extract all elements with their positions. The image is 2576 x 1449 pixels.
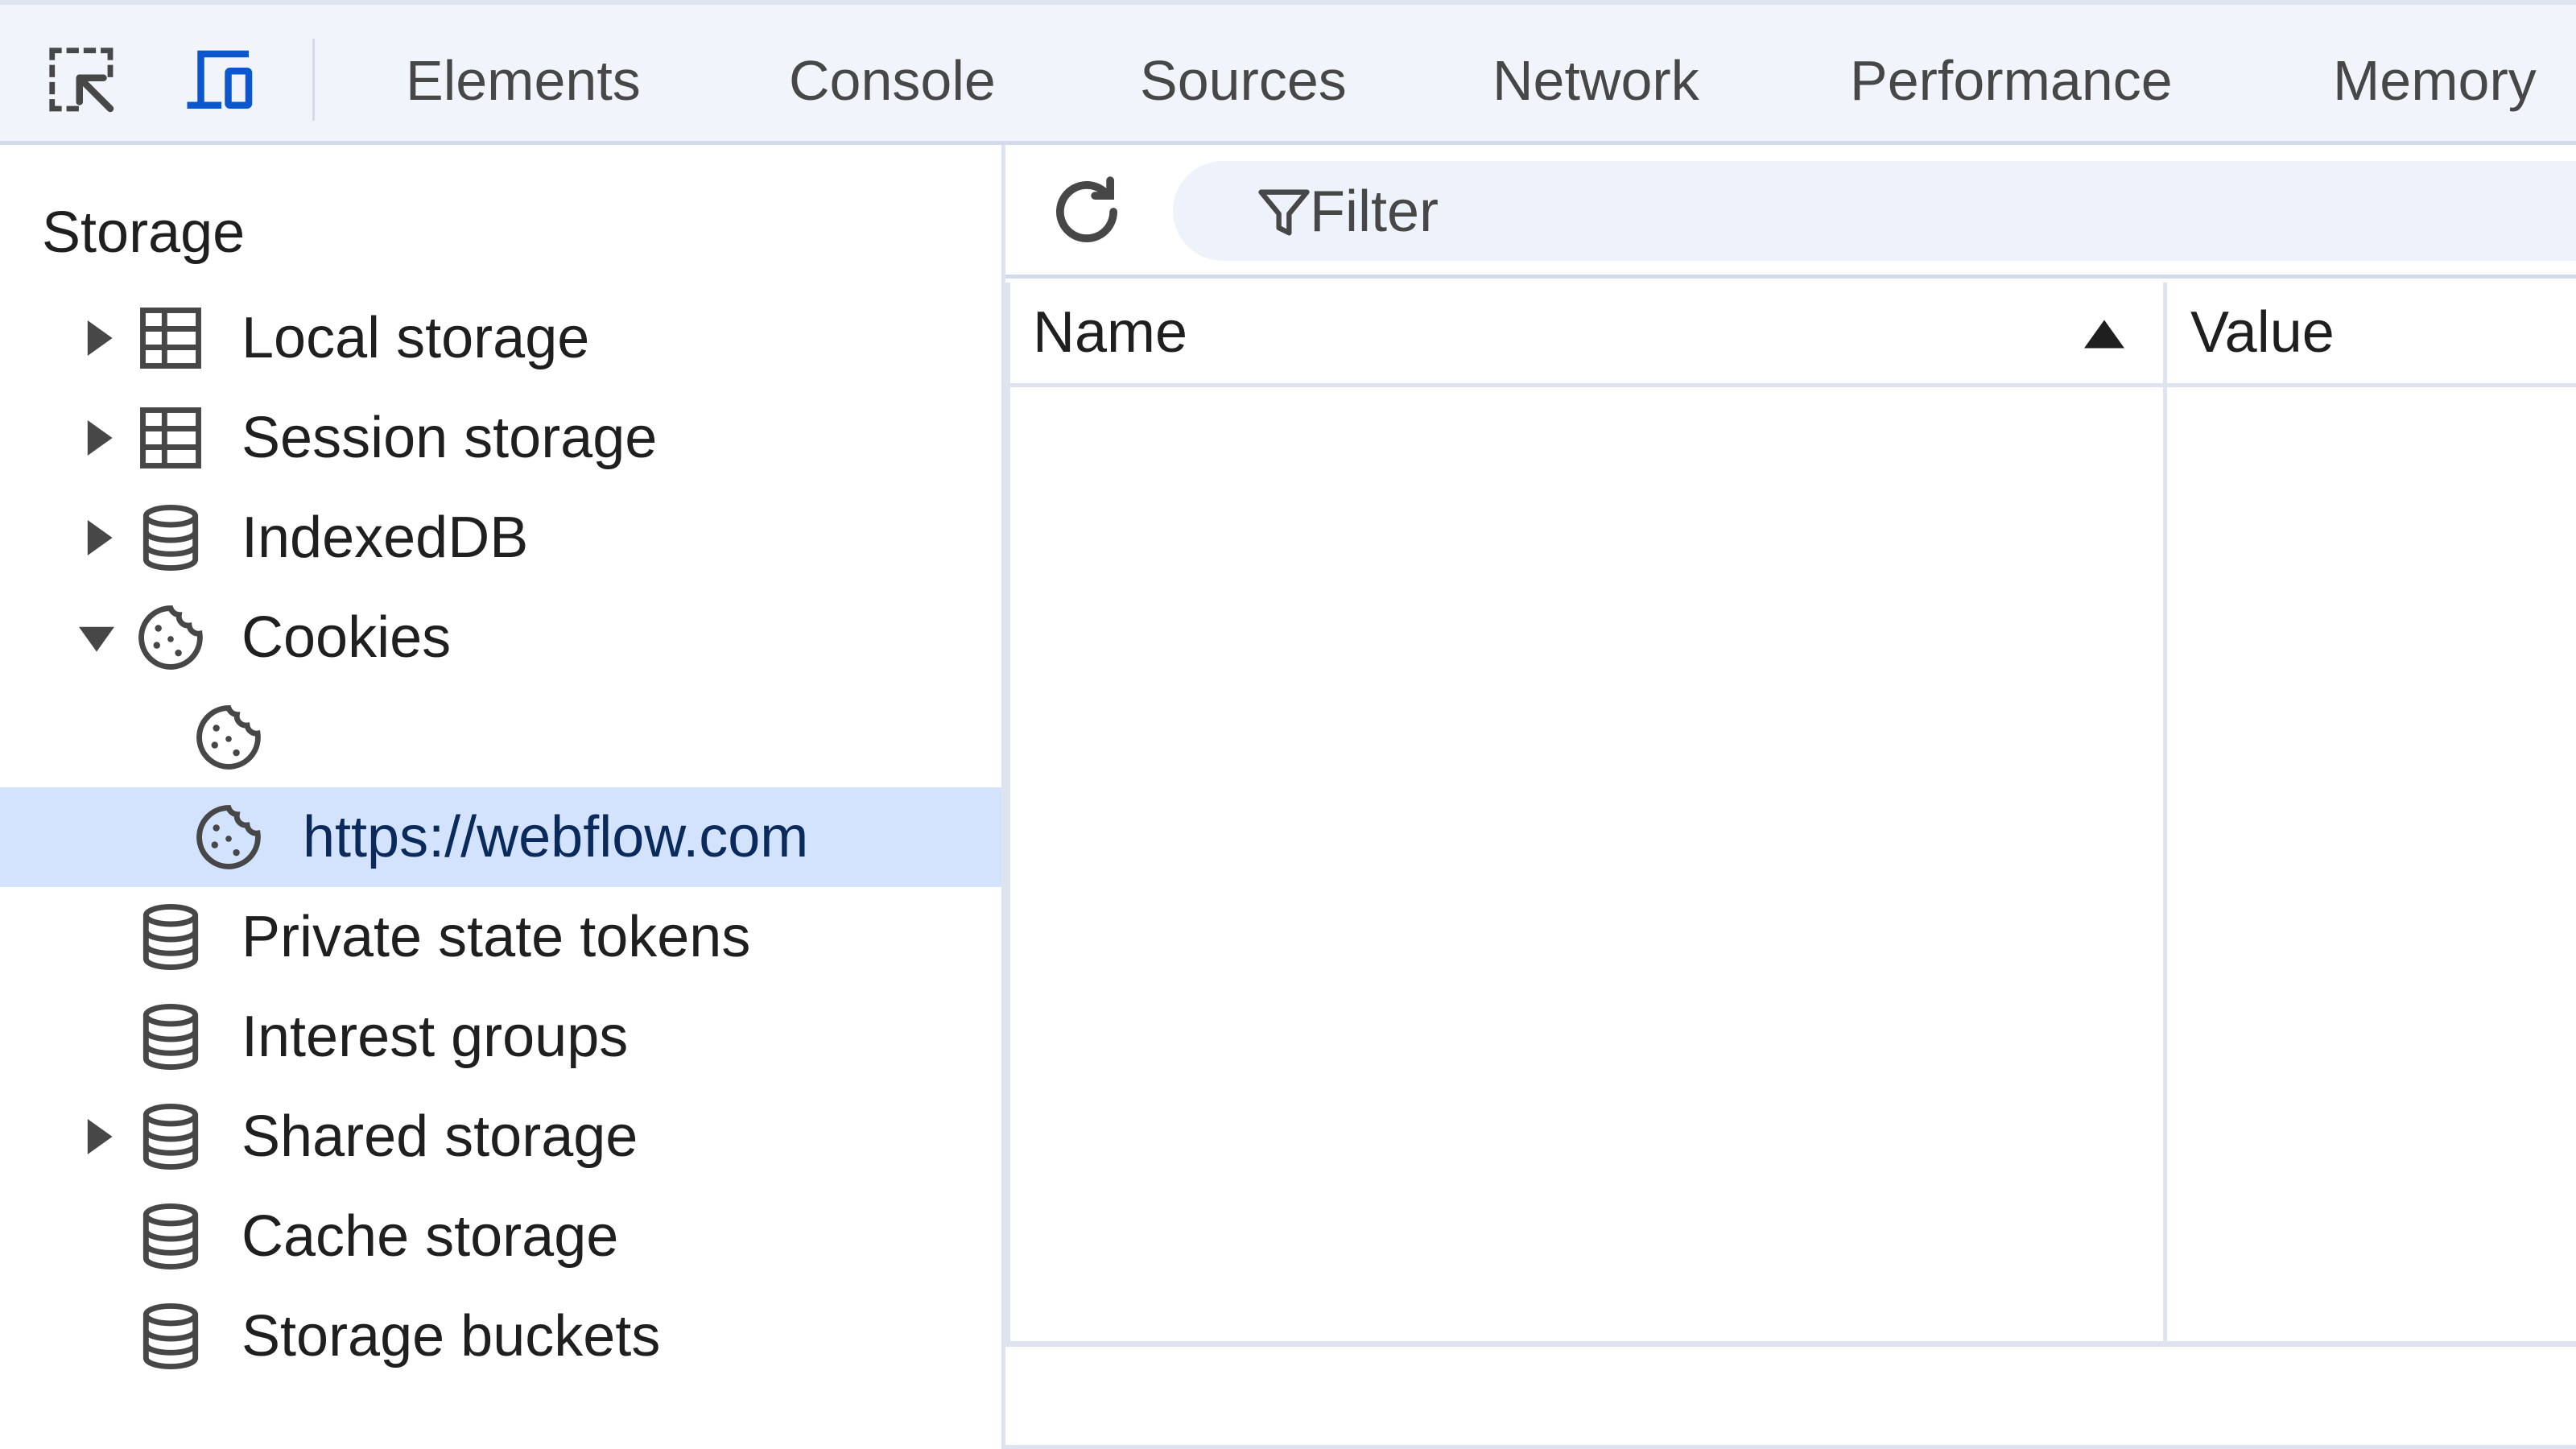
database-icon	[134, 900, 208, 974]
cookie-icon	[192, 800, 266, 874]
sidebar-item-storage-buckets[interactable]: Storage buckets	[0, 1286, 1001, 1386]
sidebar-section-title: Storage	[42, 200, 246, 265]
cookie-icon	[134, 601, 208, 675]
sidebar-item-label: Interest groups	[242, 1005, 629, 1069]
cookie-preview-pane	[1005, 1352, 2576, 1449]
sidebar-item-local-storage[interactable]: Local storage	[0, 288, 1001, 388]
refresh-icon[interactable]	[1044, 169, 1129, 254]
sidebar-item-indexeddb[interactable]: IndexedDB	[0, 488, 1001, 588]
expand-arrow-icon[interactable]	[80, 1119, 116, 1154]
devtools-toolbar: Elements Console Sources Network Perform…	[0, 0, 2576, 145]
collapse-arrow-icon[interactable]	[79, 620, 114, 655]
expand-arrow-icon[interactable]	[80, 520, 116, 555]
filter-icon	[1253, 182, 1315, 243]
sidebar-item-label: Cookies	[242, 605, 452, 670]
database-icon	[134, 1100, 208, 1174]
cookies-panel: Name Value	[1005, 145, 2576, 1449]
sidebar-item-label: https://webflow.com	[303, 805, 809, 869]
sidebar-item-label: IndexedDB	[242, 506, 529, 570]
tab-elements[interactable]: Elements	[406, 40, 641, 121]
table-grid-icon	[134, 401, 208, 475]
device-toolbar-icon[interactable]	[180, 40, 262, 122]
tab-console[interactable]: Console	[789, 40, 996, 121]
storage-sidebar: Storage Local storage Session storage In…	[0, 145, 1001, 1449]
cookies-table: Name Value	[1005, 283, 2576, 1347]
column-header-name[interactable]: Name	[1033, 283, 1187, 383]
sidebar-item-label: Shared storage	[242, 1104, 638, 1169]
devtools-window: Elements Console Sources Network Perform…	[0, 0, 2576, 1449]
sidebar-item-label: Local storage	[242, 306, 590, 370]
sidebar-item-interest-groups[interactable]: Interest groups	[0, 987, 1001, 1087]
sidebar-item-cache-storage[interactable]: Cache storage	[0, 1187, 1001, 1286]
tab-performance[interactable]: Performance	[1850, 40, 2173, 121]
inspect-element-icon[interactable]	[42, 40, 124, 122]
table-header: Name Value	[1010, 283, 2576, 387]
filter-toolbar	[1005, 145, 2576, 279]
sidebar-item-private-state-tokens[interactable]: Private state tokens	[0, 887, 1001, 987]
sort-ascending-icon	[2084, 320, 2124, 349]
database-icon	[134, 1299, 208, 1373]
database-icon	[134, 1000, 208, 1074]
database-icon	[134, 1199, 208, 1274]
sidebar-item-cookies[interactable]: Cookies	[0, 588, 1001, 687]
cookie-icon	[192, 700, 266, 774]
table-body	[1010, 387, 2576, 1341]
sidebar-item-label: Storage buckets	[242, 1304, 661, 1368]
database-icon	[134, 501, 208, 575]
sidebar-item-label: Private state tokens	[242, 905, 751, 969]
sidebar-item-label: Session storage	[242, 406, 658, 470]
sidebar-item-cookie-origin[interactable]	[0, 687, 1001, 787]
tab-memory[interactable]: Memory	[2333, 40, 2537, 121]
table-grid-icon	[134, 301, 208, 375]
sidebar-item-shared-storage[interactable]: Shared storage	[0, 1087, 1001, 1187]
expand-arrow-icon[interactable]	[80, 420, 116, 456]
column-header-value[interactable]: Value	[2190, 283, 2334, 383]
filter-input[interactable]	[1310, 169, 2437, 254]
expand-arrow-icon[interactable]	[80, 320, 116, 356]
sidebar-item-session-storage[interactable]: Session storage	[0, 388, 1001, 488]
toolbar-separator	[312, 39, 315, 121]
sidebar-item-webflow-cookies[interactable]: https://webflow.com	[0, 787, 1001, 887]
sidebar-item-label: Cache storage	[242, 1204, 619, 1269]
tab-sources[interactable]: Sources	[1140, 40, 1347, 121]
tab-network[interactable]: Network	[1492, 40, 1699, 121]
